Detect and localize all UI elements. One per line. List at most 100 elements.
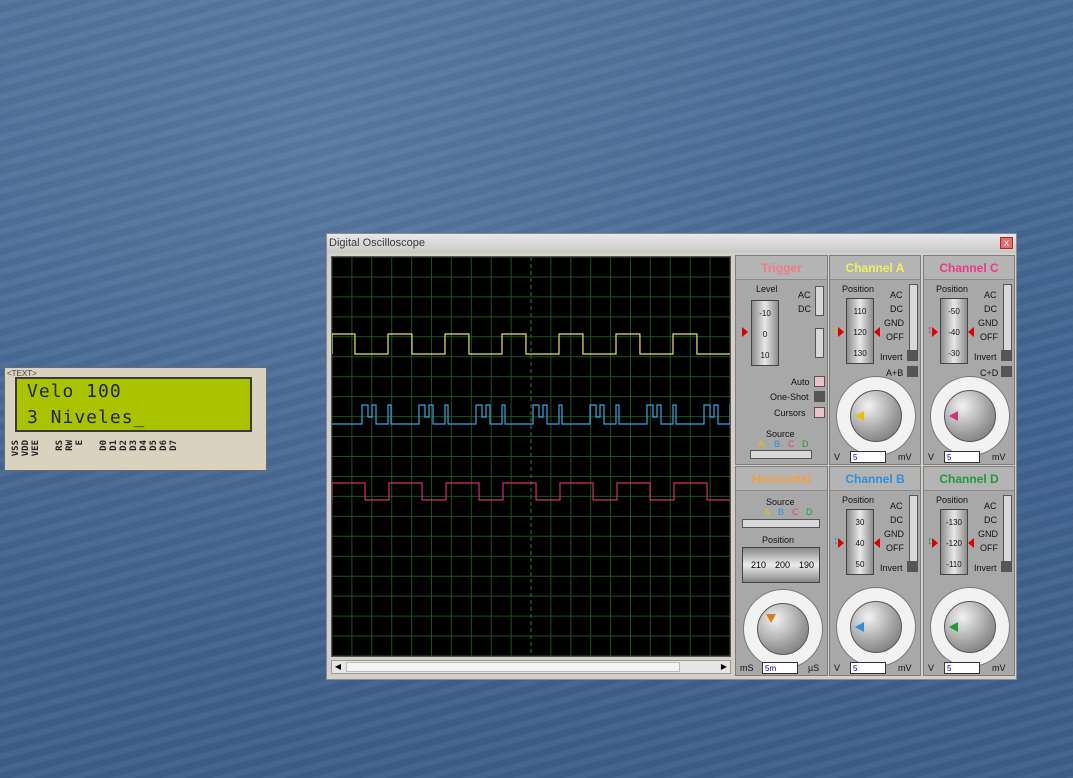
trigger-ac-label: AC bbox=[798, 290, 811, 300]
channel-b-title: Channel B bbox=[830, 467, 920, 491]
unit-right: mV bbox=[898, 663, 912, 673]
drum-value: -30 bbox=[948, 349, 960, 358]
trigger-source-slider[interactable] bbox=[750, 450, 812, 459]
h-unit-left: mS bbox=[740, 663, 754, 673]
close-button[interactable]: x bbox=[1000, 237, 1013, 249]
lcd-pin-label: D6 bbox=[159, 440, 169, 451]
mode-dc: DC bbox=[984, 304, 997, 314]
source-b: B bbox=[774, 439, 781, 449]
position-pointer-right bbox=[874, 327, 880, 337]
volts-knob[interactable] bbox=[850, 390, 902, 442]
one-shot-label: One-Shot bbox=[770, 392, 809, 402]
source-d: D bbox=[802, 439, 809, 449]
drum-value: 120 bbox=[853, 328, 867, 337]
coupling-slider[interactable] bbox=[909, 495, 918, 567]
invert-button[interactable] bbox=[1001, 350, 1012, 361]
unit-right: mV bbox=[992, 663, 1006, 673]
volts-value[interactable]: 5 bbox=[944, 451, 980, 463]
channel-a-panel: Channel A Position 110 120 130 ↕ AC DC G… bbox=[829, 255, 921, 465]
trigger-level-label: Level bbox=[756, 284, 778, 294]
invert-label: Invert bbox=[974, 352, 997, 362]
scroll-right-arrow[interactable]: ▶ bbox=[718, 661, 730, 673]
volts-value[interactable]: 5 bbox=[944, 662, 980, 674]
scroll-thumb[interactable] bbox=[346, 662, 680, 672]
mode-gnd: GND bbox=[884, 318, 904, 328]
unit-left: V bbox=[928, 663, 935, 673]
timebase-value[interactable]: 5m bbox=[762, 662, 798, 674]
mode-off: OFF bbox=[886, 332, 904, 342]
trigger-dc-label: DC bbox=[798, 304, 811, 314]
source-a: A bbox=[758, 439, 765, 449]
one-shot-button[interactable] bbox=[814, 391, 825, 402]
coupling-slider[interactable] bbox=[1003, 284, 1012, 356]
lcd-line-2: 3 Niveles_ bbox=[27, 407, 146, 428]
mode-ac: AC bbox=[984, 501, 997, 511]
mode-dc: DC bbox=[984, 515, 997, 525]
mode-gnd: GND bbox=[884, 529, 904, 539]
volts-value[interactable]: 5 bbox=[850, 662, 886, 674]
trigger-coupling-switch[interactable] bbox=[815, 286, 824, 316]
trigger-panel: Trigger Level -10 0 10 AC DC Auto One-Sh… bbox=[735, 255, 828, 465]
h-source-a: A bbox=[764, 507, 771, 517]
invert-button[interactable] bbox=[907, 561, 918, 572]
drum-value: -50 bbox=[948, 307, 960, 316]
h-source-c: C bbox=[792, 507, 799, 517]
cursors-button[interactable] bbox=[814, 407, 825, 418]
channel-d-panel: Channel D Position -130 -120 -110 ↕ AC D… bbox=[923, 466, 1015, 676]
horizontal-scrollbar[interactable]: ◀ ▶ bbox=[331, 660, 731, 674]
combine-label: C+D bbox=[980, 368, 999, 378]
position-drum[interactable]: 110 120 130 bbox=[846, 298, 874, 364]
auto-button[interactable] bbox=[814, 376, 825, 387]
trigger-level-drum[interactable]: -10 0 10 bbox=[751, 300, 779, 366]
position-drum[interactable]: 30 40 50 bbox=[846, 509, 874, 575]
mode-off: OFF bbox=[980, 332, 998, 342]
lcd-pin-label: RW bbox=[65, 440, 75, 451]
lcd-pin-label: D0 bbox=[99, 440, 109, 451]
position-arrows-icon: ↕ bbox=[833, 535, 839, 547]
mode-off: OFF bbox=[980, 543, 998, 553]
combine-label: A+B bbox=[886, 368, 904, 378]
horizontal-position-label: Position bbox=[762, 535, 795, 545]
position-label: Position bbox=[842, 284, 875, 294]
h-pos-value: 210 bbox=[751, 560, 767, 570]
lcd-pin-label: VEE bbox=[31, 440, 41, 457]
position-arrows-icon: ↕ bbox=[927, 324, 933, 336]
drum-value: -120 bbox=[945, 539, 962, 548]
source-c: C bbox=[788, 439, 795, 449]
horizontal-position-drum[interactable]: 210 200 190 bbox=[742, 547, 820, 583]
drum-value: 110 bbox=[853, 307, 867, 316]
mode-dc: DC bbox=[890, 515, 903, 525]
drum-value: 30 bbox=[855, 518, 865, 527]
coupling-slider[interactable] bbox=[909, 284, 918, 356]
mode-ac: AC bbox=[890, 501, 903, 511]
position-drum[interactable]: -130 -120 -110 bbox=[940, 509, 968, 575]
channel-c-title: Channel C bbox=[924, 256, 1014, 280]
trigger-edge-switch[interactable] bbox=[815, 328, 824, 358]
position-label: Position bbox=[936, 495, 969, 505]
auto-label: Auto bbox=[791, 377, 810, 387]
mode-ac: AC bbox=[890, 290, 903, 300]
lcd-pin-label: D5 bbox=[149, 440, 159, 451]
timebase-knob[interactable] bbox=[757, 603, 809, 655]
volts-knob[interactable] bbox=[850, 601, 902, 653]
volts-value[interactable]: 5 bbox=[850, 451, 886, 463]
position-pointer-left bbox=[838, 327, 844, 337]
mode-dc: DC bbox=[890, 304, 903, 314]
combine-button[interactable] bbox=[1001, 366, 1012, 377]
volts-knob[interactable] bbox=[944, 601, 996, 653]
mode-gnd: GND bbox=[978, 318, 998, 328]
waveform-graph bbox=[331, 256, 734, 657]
h-unit-right: µS bbox=[808, 663, 820, 673]
window-title: Digital Oscilloscope bbox=[329, 237, 425, 249]
lcd-pin-label: D7 bbox=[169, 440, 179, 451]
coupling-slider[interactable] bbox=[1003, 495, 1012, 567]
invert-button[interactable] bbox=[907, 350, 918, 361]
scroll-left-arrow[interactable]: ◀ bbox=[332, 661, 344, 673]
invert-button[interactable] bbox=[1001, 561, 1012, 572]
position-drum[interactable]: -50 -40 -30 bbox=[940, 298, 968, 364]
horizontal-source-slider[interactable] bbox=[742, 519, 820, 528]
drum-value: 10 bbox=[760, 351, 770, 360]
position-pointer-right bbox=[968, 327, 974, 337]
combine-button[interactable] bbox=[907, 366, 918, 377]
volts-knob[interactable] bbox=[944, 390, 996, 442]
